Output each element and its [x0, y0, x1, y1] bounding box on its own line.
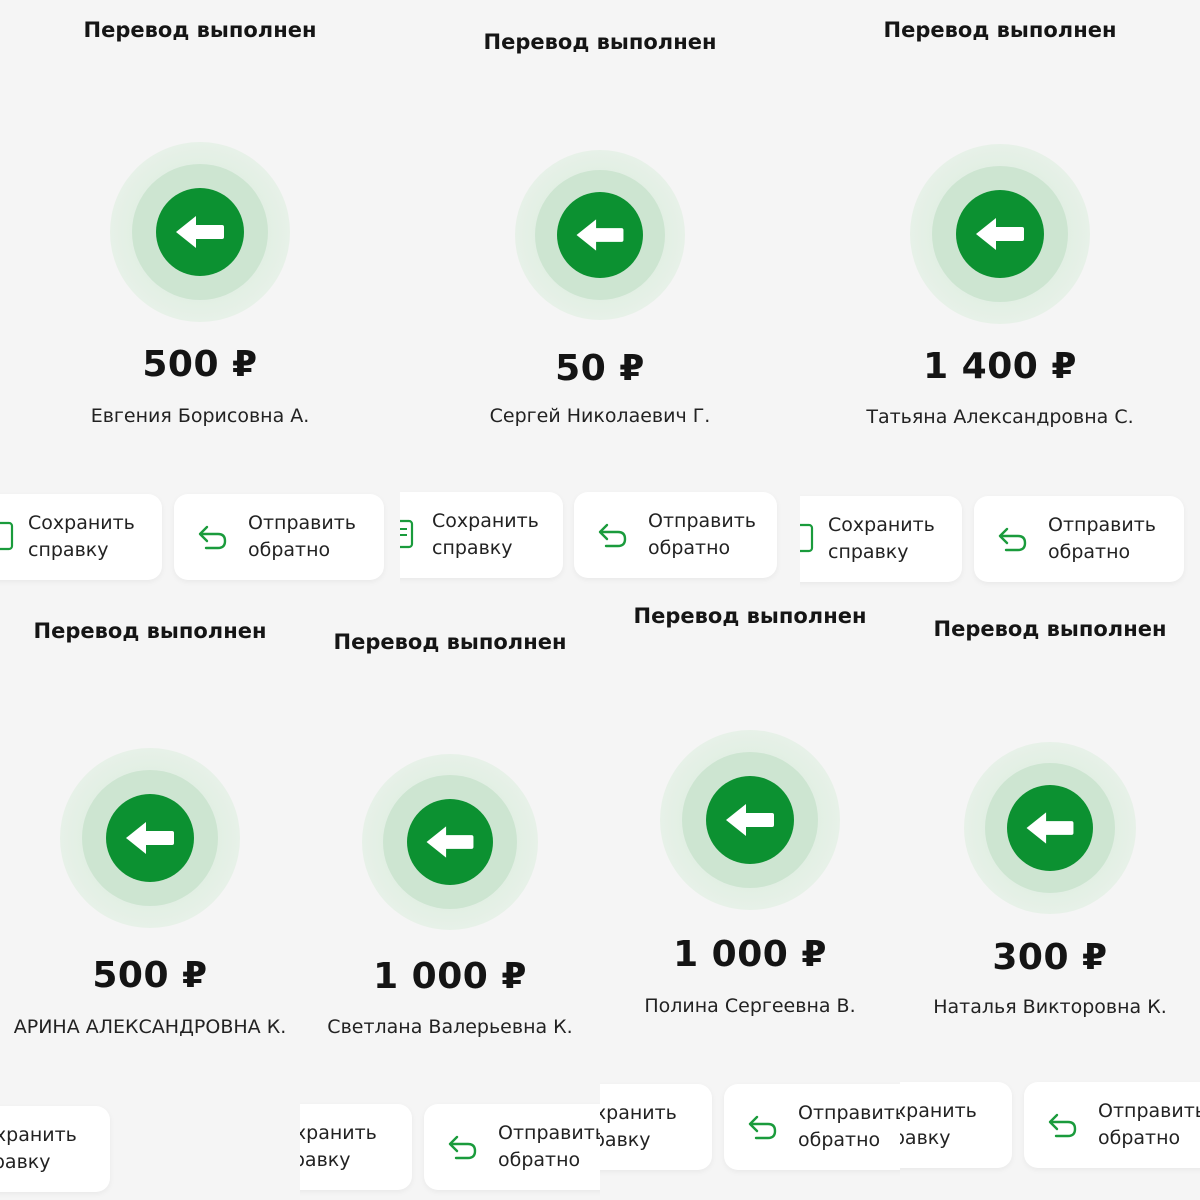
arrow-left-icon: [426, 826, 474, 858]
send-back-button[interactable]: Отправить обратно: [174, 494, 384, 580]
save-receipt-label: Сохранить справку: [600, 1102, 677, 1151]
recipient-name: Татьяна Александровна С.: [866, 406, 1134, 428]
send-back-label: Отправить обратно: [498, 1122, 600, 1171]
arrow-left-icon: [1026, 812, 1074, 844]
recipient-name: Светлана Валерьевна К.: [327, 1016, 573, 1038]
recipient-name: Наталья Викторовна К.: [933, 996, 1167, 1018]
transfer-screen: Перевод выполнен 1 000 ₽ Светлана Валерь…: [300, 600, 600, 1200]
save-receipt-button[interactable]: Сохранить справку: [0, 494, 162, 580]
arrow-left-icon: [726, 804, 774, 836]
return-arrow-icon: [748, 1115, 777, 1140]
arrow-left-icon: [576, 219, 624, 251]
send-back-button[interactable]: Отправить обратно: [574, 492, 777, 578]
send-back-button[interactable]: Отправить обратно: [424, 1104, 600, 1190]
screen-title: Перевод выполнен: [83, 18, 317, 42]
transfer-screen: Перевод выполнен 500 ₽ АРИНА АЛЕКСАНДРОВ…: [0, 600, 300, 1200]
return-arrow-icon: [998, 527, 1027, 552]
transfer-status-icon: [964, 742, 1136, 914]
transfer-status-icon: [60, 748, 240, 928]
screen-title: Перевод выполнен: [333, 630, 567, 654]
save-receipt-label: Сохранить справку: [432, 510, 539, 559]
arrow-left-icon: [176, 216, 224, 248]
save-receipt-button[interactable]: Сохранить справку: [900, 1082, 1012, 1168]
send-back-label: Отправить обратно: [648, 510, 756, 559]
send-back-button[interactable]: Отправить обратно: [724, 1084, 900, 1170]
transfer-status-icon: [515, 150, 685, 320]
document-icon: [800, 523, 814, 553]
transfer-amount: 500 ₽: [142, 344, 258, 385]
recipient-name: Сергей Николаевич Г.: [489, 405, 711, 427]
screen-title: Перевод выполнен: [33, 619, 267, 643]
return-arrow-icon: [198, 525, 227, 550]
transfer-screen: Перевод выполнен 1 400 ₽ Татьяна Алексан…: [800, 0, 1200, 600]
transfer-amount: 1 000 ₽: [673, 934, 827, 975]
transfer-screen: Перевод выполнен 300 ₽ Наталья Викторовн…: [900, 600, 1200, 1200]
transfer-screen: Перевод выполнен 500 ₽ Евгения Борисовна…: [0, 0, 400, 600]
document-icon: [0, 521, 14, 551]
return-arrow-icon: [1048, 1113, 1077, 1138]
transfer-amount: 50 ₽: [555, 348, 645, 389]
transfer-screen: Перевод выполнен 50 ₽ Сергей Николаевич …: [400, 0, 800, 598]
screen-title: Перевод выполнен: [633, 604, 867, 628]
send-back-label: Отправить обратно: [1048, 514, 1156, 563]
screen-title: Перевод выполнен: [933, 617, 1167, 641]
document-icon: [400, 519, 414, 549]
transfer-amount: 1 000 ₽: [373, 956, 527, 997]
recipient-name: Евгения Борисовна А.: [90, 405, 310, 427]
recipient-name: Полина Сергеевна В.: [644, 995, 856, 1017]
send-back-label: Отправить обратно: [798, 1102, 900, 1151]
save-receipt-label: Сохранить справку: [300, 1122, 377, 1171]
arrow-left-icon: [126, 822, 174, 854]
send-back-label: Отправить обратно: [1098, 1100, 1200, 1149]
recipient-name: АРИНА АЛЕКСАНДРОВНА К.: [13, 1016, 287, 1038]
transfer-status-icon: [362, 754, 538, 930]
send-back-button[interactable]: Отправить обратно: [974, 496, 1184, 582]
transfer-status-icon: [910, 144, 1090, 324]
return-arrow-icon: [448, 1135, 477, 1160]
transfer-screen: Перевод выполнен 1 000 ₽ Полина Сергеевн…: [600, 600, 900, 1200]
send-back-label: Отправить обратно: [248, 512, 356, 561]
save-receipt-label: Сохранить справку: [900, 1100, 977, 1149]
transfer-status-icon: [110, 142, 290, 322]
arrow-left-icon: [976, 218, 1024, 250]
save-receipt-button[interactable]: Сохранить справку: [600, 1084, 712, 1170]
save-receipt-button[interactable]: Сохранить справку: [0, 1106, 110, 1192]
save-receipt-button[interactable]: Сохранить справку: [400, 492, 563, 578]
send-back-button[interactable]: Отправить обратно: [1024, 1082, 1200, 1168]
transfer-amount: 1 400 ₽: [923, 346, 1077, 387]
save-receipt-label: Сохранить справку: [28, 512, 135, 561]
screen-title: Перевод выполнен: [883, 18, 1117, 42]
save-receipt-label: Сохранить справку: [828, 514, 935, 563]
transfer-amount: 300 ₽: [992, 937, 1108, 978]
save-receipt-label: Сохранить справку: [0, 1124, 77, 1173]
return-arrow-icon: [598, 523, 627, 548]
save-receipt-button[interactable]: Сохранить справку: [300, 1104, 412, 1190]
screen-title: Перевод выполнен: [483, 30, 717, 54]
transfer-status-icon: [660, 730, 840, 910]
save-receipt-button[interactable]: Сохранить справку: [800, 496, 962, 582]
transfer-amount: 500 ₽: [92, 955, 208, 996]
